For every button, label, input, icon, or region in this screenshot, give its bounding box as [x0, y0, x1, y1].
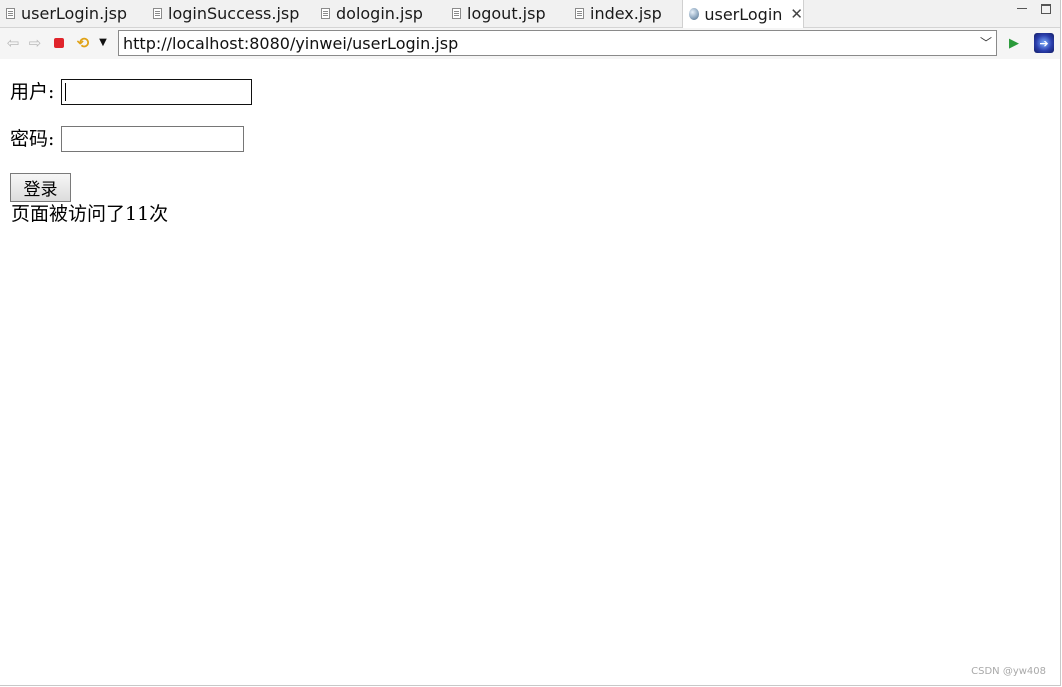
tab-label: index.jsp	[590, 4, 662, 23]
editor-tab-bar: userLogin.jsp loginSuccess.jsp dologin.j…	[0, 0, 1060, 28]
watermark: CSDN @yw408	[971, 666, 1046, 677]
chevron-down-icon[interactable]: ﹀	[980, 34, 992, 51]
password-input[interactable]	[61, 126, 244, 152]
tab-dologin-jsp[interactable]: dologin.jsp	[321, 0, 423, 27]
login-button[interactable]: 登录	[10, 173, 71, 202]
back-arrow-icon[interactable]: ⇦	[4, 34, 22, 52]
refresh-icon[interactable]: ⟲	[74, 34, 92, 52]
browser-toolbar: ⇦ ⇨ ⟲ ▼ http://localhost:8080/yinwei/use…	[0, 28, 1060, 59]
password-label: 密码:	[10, 128, 55, 150]
text-caret	[65, 83, 66, 101]
dropdown-triangle-icon[interactable]: ▼	[94, 34, 112, 52]
tab-logout-jsp[interactable]: logout.jsp	[452, 0, 546, 27]
browser-logo-icon[interactable]: ➔	[1034, 33, 1054, 53]
tab-label: userLogin	[704, 4, 783, 24]
globe-icon	[689, 8, 700, 20]
tab-userlogin-jsp[interactable]: userLogin.jsp	[6, 0, 127, 27]
username-input[interactable]	[61, 79, 252, 105]
tab-loginsuccess-jsp[interactable]: loginSuccess.jsp	[153, 0, 299, 27]
tab-label: logout.jsp	[467, 4, 546, 23]
close-icon[interactable]: ✕	[790, 5, 803, 23]
browser-window: userLogin.jsp loginSuccess.jsp dologin.j…	[0, 0, 1061, 686]
stop-icon	[54, 38, 64, 48]
tab-label: userLogin.jsp	[21, 4, 128, 23]
jsp-file-icon	[153, 8, 162, 19]
page-content: 用户: 密码: 登录 页面被访问了11次 CSDN @yw408	[0, 60, 1060, 685]
address-url[interactable]: http://localhost:8080/yinwei/userLogin.j…	[123, 34, 458, 53]
maximize-icon[interactable]	[1041, 4, 1051, 14]
stop-button[interactable]	[50, 34, 68, 52]
jsp-file-icon	[321, 8, 330, 19]
minimize-icon[interactable]	[1017, 8, 1027, 10]
jsp-file-icon	[6, 8, 15, 19]
jsp-file-icon	[452, 8, 461, 19]
tab-label: dologin.jsp	[336, 4, 423, 23]
jsp-file-icon	[575, 8, 584, 19]
tab-label: loginSuccess.jsp	[168, 4, 300, 23]
forward-arrow-icon[interactable]: ⇨	[26, 34, 44, 52]
tab-index-jsp[interactable]: index.jsp	[575, 0, 662, 27]
tab-userlogin-browser[interactable]: userLogin ✕	[682, 0, 804, 28]
username-label: 用户:	[10, 81, 55, 103]
visit-count-text: 页面被访问了11次	[11, 203, 169, 225]
go-icon[interactable]: ▶	[1005, 34, 1023, 52]
address-bar[interactable]: http://localhost:8080/yinwei/userLogin.j…	[118, 30, 997, 56]
